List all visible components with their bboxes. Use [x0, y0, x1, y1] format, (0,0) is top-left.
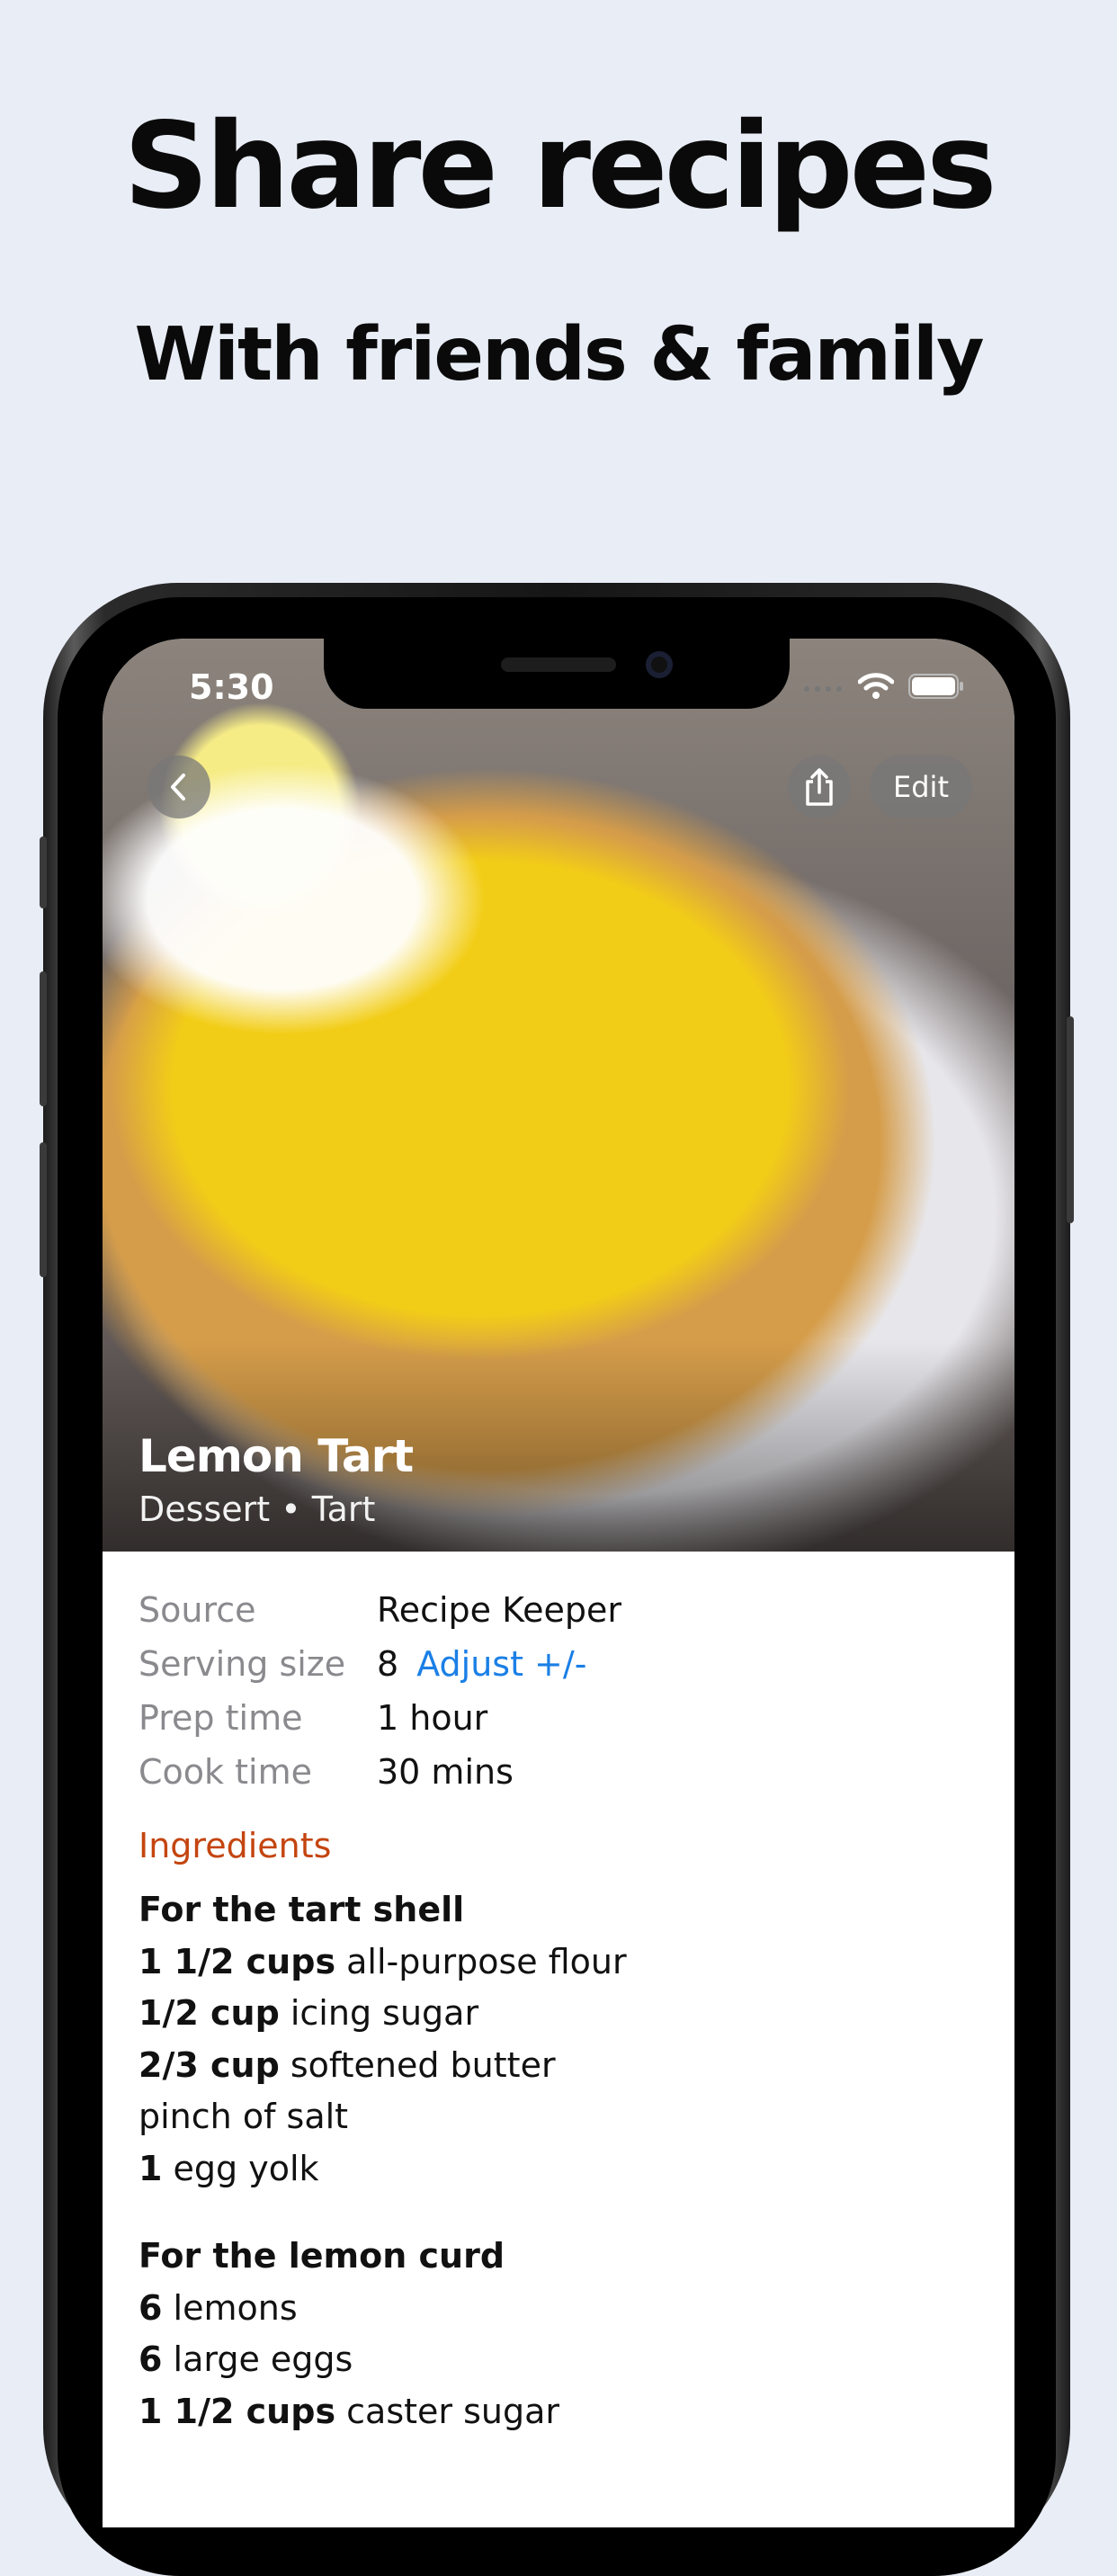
- power-button: [1067, 1016, 1074, 1223]
- ingredient-text: softened butter: [279, 2044, 556, 2085]
- ingredient-group-title: For the tart shell: [139, 1890, 465, 1929]
- front-camera: [646, 651, 673, 678]
- cook-label: Cook time: [139, 1752, 312, 1792]
- signal-icon: [802, 680, 844, 697]
- ingredient-text: pinch of salt: [139, 2097, 349, 2136]
- ingredient-qty: 2/3 cup: [139, 2044, 280, 2085]
- cook-row: Cook time 30 mins: [139, 1745, 984, 1799]
- serving-label: Serving size: [139, 1644, 346, 1684]
- list-item: 2/3 cup softened butter: [139, 2040, 984, 2092]
- volume-up-button: [40, 971, 47, 1106]
- serving-row: Serving size 8 Adjust +/-: [139, 1637, 984, 1691]
- subheadline: With friends & family: [134, 312, 984, 398]
- list-item: 6 large eggs: [139, 2334, 984, 2386]
- ingredients-heading: Ingredients: [139, 1826, 332, 1865]
- ingredients-list: For the tart shell 1 1/2 cups all-purpos…: [139, 1884, 984, 2437]
- recipe-details-panel: Source Recipe Keeper Serving size 8 Adju…: [103, 639, 1014, 2431]
- ingredient-text: icing sugar: [279, 1993, 479, 2033]
- list-item: 1 1/2 cups caster sugar: [139, 2386, 984, 2438]
- battery-icon: [908, 674, 964, 702]
- prep-value: 1 hour: [377, 1698, 488, 1738]
- ingredient-text: large eggs: [162, 2339, 353, 2379]
- ingredient-text: egg yolk: [162, 2148, 319, 2188]
- source-label: Source: [139, 1590, 256, 1630]
- headline: Share recipes: [123, 97, 996, 236]
- ingredient-qty: 1: [139, 2148, 163, 2188]
- source-row: Source Recipe Keeper: [139, 1583, 984, 1637]
- list-item: 1 1/2 cups all-purpose flour: [139, 1936, 984, 1989]
- ingredient-text: all-purpose flour: [335, 1941, 627, 1981]
- prep-label: Prep time: [139, 1698, 303, 1738]
- prep-row: Prep time 1 hour: [139, 1691, 984, 1745]
- source-value: Recipe Keeper: [377, 1590, 622, 1630]
- list-item: pinch of salt: [139, 2091, 984, 2143]
- ingredient-text: caster sugar: [335, 2391, 560, 2431]
- ingredient-qty: 1/2 cup: [139, 1993, 280, 2033]
- ingredient-qty: 1 1/2 cups: [139, 1941, 336, 1981]
- speaker: [501, 657, 616, 672]
- adjust-serving-link[interactable]: Adjust +/-: [416, 1644, 586, 1684]
- wifi-icon: [857, 673, 895, 703]
- cook-value: 30 mins: [377, 1752, 514, 1792]
- ingredient-text: lemons: [162, 2287, 298, 2328]
- volume-down-button: [40, 1142, 47, 1277]
- status-icons: [802, 673, 964, 703]
- recipe-info: Source Recipe Keeper Serving size 8 Adju…: [139, 1583, 984, 1799]
- status-time: 5:30: [189, 667, 274, 707]
- list-item: 6 lemons: [139, 2283, 984, 2335]
- ingredient-qty: 6: [139, 2339, 163, 2379]
- serving-value: 8: [377, 1644, 399, 1684]
- list-item: 1 egg yolk: [139, 2143, 984, 2196]
- ingredient-qty: 1 1/2 cups: [139, 2391, 336, 2431]
- ingredient-group-title: For the lemon curd: [139, 2236, 505, 2276]
- list-item: 1/2 cup icing sugar: [139, 1988, 984, 2040]
- ingredient-qty: 6: [139, 2287, 163, 2328]
- mute-switch: [40, 836, 47, 908]
- notch: [324, 637, 790, 709]
